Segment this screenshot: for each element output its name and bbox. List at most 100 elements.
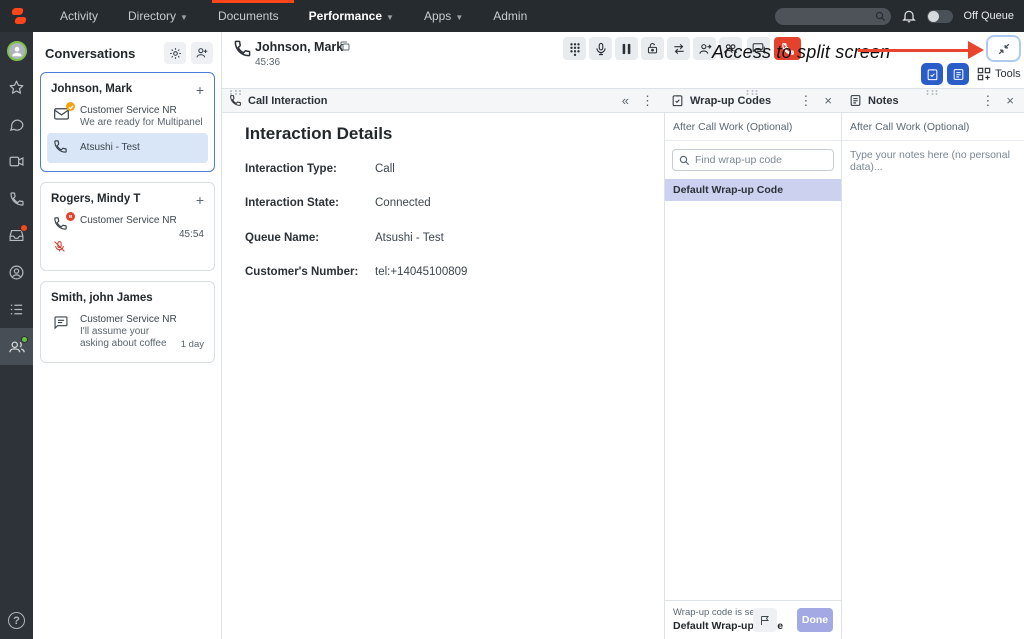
gear-icon — [169, 47, 182, 60]
split-screen-button[interactable] — [986, 35, 1021, 62]
person-add-icon — [195, 46, 209, 60]
rail-voicemail[interactable] — [0, 217, 33, 254]
collapse-arrows-icon — [997, 42, 1011, 56]
more-options-icon[interactable]: ⋮ — [978, 94, 997, 107]
rail-favorites[interactable] — [0, 69, 33, 106]
interaction-row-call-selected[interactable]: Atsushi - Test — [47, 133, 208, 163]
field-queue-name: Queue Name: Atsushi - Test — [245, 232, 645, 244]
rail-profile-avatar[interactable] — [0, 32, 33, 69]
annotation-arrow-head — [968, 41, 984, 59]
notes-panel-toggle-button[interactable] — [947, 63, 969, 85]
drag-handle-icon[interactable] — [230, 90, 243, 95]
top-nav-bar: Activity Directory▼ Documents Performanc… — [0, 0, 1024, 32]
nav-directory[interactable]: Directory▼ — [128, 9, 188, 23]
rail-contacts[interactable] — [0, 328, 33, 365]
hold-badge-icon — [66, 212, 75, 221]
conversations-title: Conversations — [45, 46, 159, 61]
avatar — [7, 41, 27, 61]
active-call-header: Johnson, Mark 45:36 — [222, 32, 1024, 88]
notes-textarea[interactable] — [842, 141, 1024, 601]
interaction-preview: We are ready for Multipanel — [80, 117, 204, 129]
nav-performance[interactable]: Performance▼ — [309, 9, 394, 23]
drag-handle-icon[interactable] — [927, 90, 940, 95]
tools-label: Tools — [995, 68, 1021, 80]
copy-icon[interactable] — [339, 39, 351, 57]
chat-message-icon — [53, 315, 71, 335]
clipboard-check-icon — [671, 94, 684, 107]
left-icon-rail: ? — [0, 32, 33, 639]
notes-panel: After Call Work (Optional) — [842, 88, 1024, 639]
nav-documents[interactable]: Documents — [218, 9, 279, 23]
tools-button[interactable]: Tools — [977, 67, 1021, 81]
annotation-arrow — [858, 49, 970, 52]
interaction-row-message[interactable]: Customer Service NR We are ready for Mul… — [47, 101, 208, 133]
field-customer-number: Customer's Number: tel:+14045100809 — [245, 266, 645, 278]
notifications-bell-icon[interactable] — [901, 8, 917, 24]
phone-icon — [229, 94, 242, 107]
wrapup-code-option-selected[interactable]: Default Wrap-up Code — [665, 179, 841, 201]
presence-dot — [21, 336, 28, 343]
notification-badge — [20, 224, 28, 232]
done-button[interactable]: Done — [797, 608, 833, 632]
wrapup-codes-panel: After Call Work (Optional) Default Wrap-… — [664, 88, 842, 639]
card-name: Johnson, Mark — [47, 81, 208, 101]
conversation-card-rogers[interactable]: Rogers, Mindy T + Customer Service NR 45… — [40, 182, 215, 271]
conversations-settings-button[interactable] — [164, 42, 186, 64]
rail-chat[interactable] — [0, 106, 33, 143]
interaction-row-call-held[interactable]: Customer Service NR 45:54 — [47, 211, 208, 262]
dialpad-button[interactable] — [563, 37, 586, 60]
nav-admin[interactable]: Admin — [493, 9, 527, 23]
phone-icon — [9, 191, 25, 207]
wrapup-search-box[interactable] — [672, 149, 834, 171]
rail-support[interactable] — [0, 254, 33, 291]
tools-grid-icon — [977, 67, 991, 81]
conversation-card-smith[interactable]: Smith, john James Customer Service NR I'… — [40, 281, 215, 363]
nav-apps[interactable]: Apps▼ — [424, 9, 463, 23]
rail-queues[interactable] — [0, 291, 33, 328]
video-camera-icon — [8, 153, 25, 170]
rail-help[interactable]: ? — [0, 612, 33, 629]
card-name: Rogers, Mindy T — [47, 191, 208, 211]
interaction-queue: Customer Service NR — [80, 105, 204, 117]
wrapup-header: Wrap-up Codes ⋮ × — [664, 88, 842, 113]
queue-toggle[interactable] — [927, 10, 953, 23]
add-interaction-icon[interactable]: + — [196, 82, 204, 98]
close-icon[interactable]: × — [821, 94, 835, 107]
secure-pause-button[interactable] — [641, 37, 664, 60]
microphone-icon — [594, 42, 608, 56]
note-icon — [952, 68, 965, 81]
search-icon — [875, 11, 886, 22]
caller-name: Johnson, Mark — [255, 40, 343, 54]
drag-handle-icon[interactable] — [747, 90, 760, 95]
wrapup-panel-toggle-button[interactable] — [921, 63, 943, 85]
chat-bubble-icon — [8, 116, 25, 133]
more-options-icon[interactable]: ⋮ — [638, 94, 657, 107]
person-consult-icon — [698, 42, 712, 56]
close-icon[interactable]: × — [1003, 94, 1017, 107]
wrapup-search-input[interactable] — [695, 154, 825, 166]
rail-calls[interactable] — [0, 180, 33, 217]
rail-video[interactable] — [0, 143, 33, 180]
more-options-icon[interactable]: ⋮ — [796, 94, 815, 107]
add-interaction-icon[interactable]: + — [196, 192, 204, 208]
panel-title: Notes — [868, 95, 972, 107]
mute-button[interactable] — [589, 37, 612, 60]
genesys-logo — [10, 7, 28, 25]
note-icon — [849, 94, 862, 107]
add-conversation-button[interactable] — [191, 42, 213, 64]
active-tab-indicator — [212, 0, 294, 3]
phone-hold-icon — [53, 216, 71, 258]
transfer-arrows-icon — [672, 42, 686, 56]
collapse-panel-icon[interactable]: « — [619, 94, 632, 107]
nav-activity[interactable]: Activity — [60, 9, 98, 23]
global-search-input[interactable] — [775, 8, 891, 25]
conversation-card-johnson[interactable]: Johnson, Mark + Customer Service NR We a… — [40, 72, 215, 172]
interaction-details-heading: Interaction Details — [245, 124, 392, 144]
interaction-row-chat[interactable]: Customer Service NR I'll assume your ask… — [47, 310, 208, 354]
hold-button[interactable] — [615, 37, 638, 60]
flag-button[interactable] — [753, 608, 777, 632]
panel-title: Call Interaction — [248, 95, 613, 107]
help-icon: ? — [8, 612, 25, 629]
annotation-text: Access to split screen — [712, 42, 890, 63]
transfer-button[interactable] — [667, 37, 690, 60]
